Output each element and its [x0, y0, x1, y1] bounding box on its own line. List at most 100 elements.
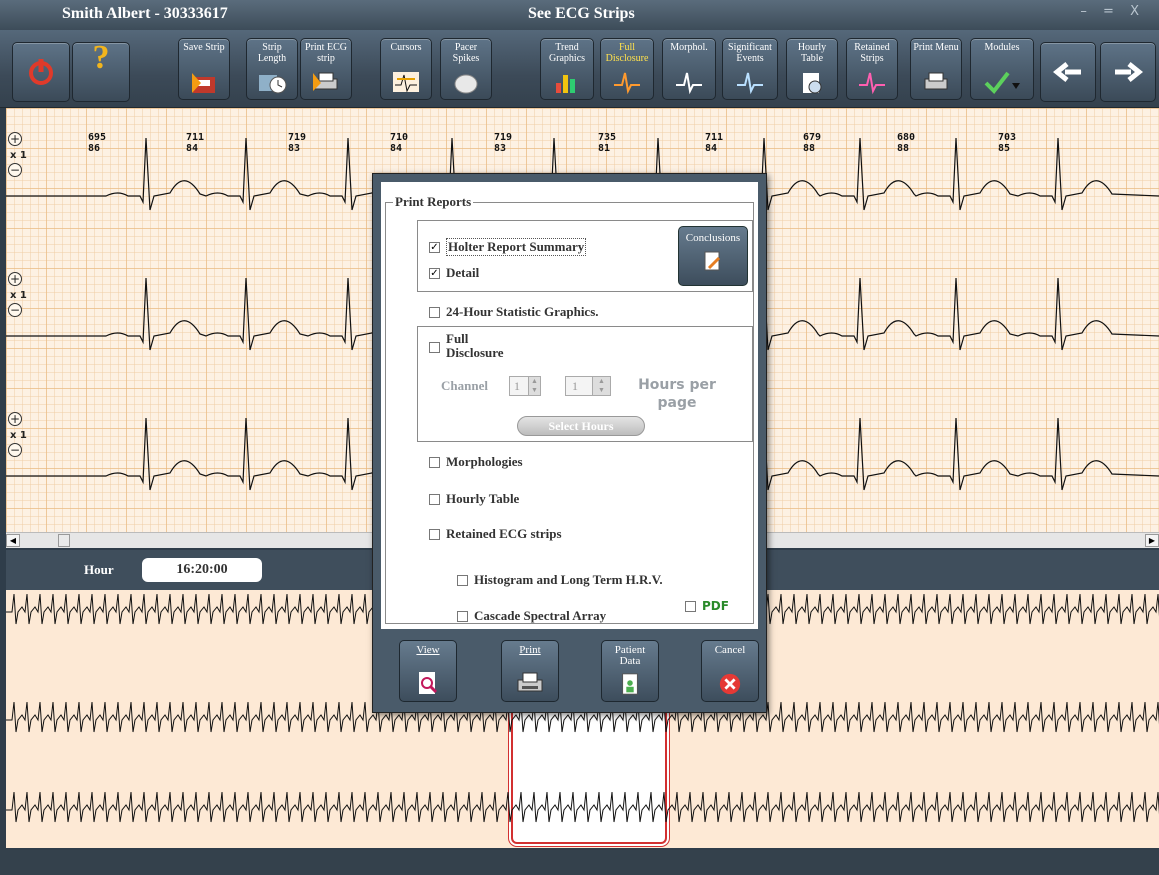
- forward-button[interactable]: [1100, 42, 1156, 102]
- full-disclosure-button[interactable]: Full Disclosure: [600, 38, 654, 100]
- bar-chart-icon: [556, 75, 575, 93]
- beat-label: 719 83: [494, 132, 513, 154]
- save-strip-button[interactable]: Save Strip: [178, 38, 230, 100]
- channel-1-controls: + x 1 −: [8, 132, 27, 177]
- print-button[interactable]: Print: [501, 640, 559, 702]
- print-reports-panel: Print Reports ✓ Holter Report Summary ✓ …: [381, 182, 758, 629]
- toolbar: ? Save Strip Strip Length Print ECG stri…: [0, 30, 1159, 108]
- title-bar: Smith Albert - 30333617 See ECG Strips –…: [0, 0, 1159, 30]
- morphology-wave-icon: [676, 72, 702, 95]
- stat-graphics-option[interactable]: 24-Hour Statistic Graphics.: [429, 304, 599, 320]
- patient-data-button[interactable]: Patient Data: [601, 640, 659, 702]
- printer-icon: [313, 72, 338, 91]
- hourly-table-checkbox[interactable]: [429, 493, 440, 505]
- window-controls[interactable]: – = X: [1080, 4, 1145, 19]
- save-icon: [192, 73, 215, 93]
- retained-strips-button[interactable]: Retained Strips: [846, 38, 898, 100]
- print-reports-dialog: Print Reports ✓ Holter Report Summary ✓ …: [372, 173, 767, 713]
- beat-label: 711 84: [186, 132, 205, 154]
- gain-label: x 1: [10, 430, 27, 441]
- disclosure-trace: [6, 791, 1159, 823]
- ecg-wave-icon: [614, 72, 640, 95]
- power-icon: [29, 59, 53, 85]
- beat-label: 679 88: [803, 132, 822, 154]
- pacer-spikes-button[interactable]: Pacer Spikes: [440, 38, 492, 100]
- printer-icon: [924, 72, 948, 90]
- hours-per-page-label: Hours per page: [638, 377, 716, 411]
- conclusions-button[interactable]: Conclusions: [678, 226, 748, 286]
- close-icon: [719, 673, 741, 695]
- stat-graphics-checkbox[interactable]: [429, 306, 440, 318]
- view-button[interactable]: View: [399, 640, 457, 702]
- beat-label: 680 88: [897, 132, 916, 154]
- pacemaker-icon: [454, 74, 478, 94]
- zoom-in-icon[interactable]: +: [8, 272, 22, 286]
- cancel-button[interactable]: Cancel: [701, 640, 759, 702]
- holter-summary-option[interactable]: ✓ Holter Report Summary: [429, 238, 587, 256]
- beat-label: 719 83: [288, 132, 307, 154]
- status-bar: [0, 850, 1159, 875]
- clock-icon: [259, 75, 287, 94]
- full-disclosure-option[interactable]: Full Disclosure: [429, 332, 504, 360]
- question-icon: ?: [92, 39, 110, 76]
- morphologies-checkbox[interactable]: [429, 456, 440, 468]
- strip-length-button[interactable]: Strip Length: [246, 38, 298, 100]
- modules-button[interactable]: Modules: [970, 38, 1034, 100]
- help-button[interactable]: ?: [72, 39, 130, 102]
- zoom-in-icon[interactable]: +: [8, 132, 22, 146]
- cursors-icon: [393, 72, 419, 93]
- table-clock-icon: [803, 73, 822, 94]
- morphologies-option[interactable]: Morphologies: [429, 454, 523, 470]
- detail-option[interactable]: ✓ Detail: [429, 265, 479, 281]
- trend-graphics-button[interactable]: Trend Graphics: [540, 38, 594, 100]
- retained-wave-icon: [859, 72, 885, 95]
- channel-to-stepper[interactable]: 1 ▲ ▼: [565, 376, 611, 396]
- gain-label: x 1: [10, 150, 27, 161]
- zoom-out-icon[interactable]: −: [8, 163, 22, 177]
- channel-3-controls: + x 1 −: [8, 412, 27, 457]
- printer-icon: [517, 672, 543, 692]
- detail-checkbox[interactable]: ✓: [429, 267, 440, 279]
- select-hours-button[interactable]: Select Hours: [517, 416, 645, 436]
- beat-label: 703 85: [998, 132, 1017, 154]
- pdf-option[interactable]: PDF: [685, 599, 729, 613]
- cursors-button[interactable]: Cursors: [380, 38, 432, 100]
- hourly-table-option[interactable]: Hourly Table: [429, 491, 519, 507]
- events-wave-icon: [737, 72, 763, 95]
- morphologies-button[interactable]: Morphol.: [662, 38, 716, 100]
- gain-label: x 1: [10, 290, 27, 301]
- print-ecg-strip-button[interactable]: Print ECG strip: [300, 38, 352, 100]
- retained-strips-option[interactable]: Retained ECG strips: [429, 526, 562, 542]
- beat-label: 711 84: [705, 132, 724, 154]
- full-disclosure-checkbox[interactable]: [429, 342, 440, 353]
- stepper-arrows-icon[interactable]: ▲ ▼: [592, 377, 610, 395]
- pencil-note-icon: [704, 251, 721, 271]
- hour-label: Hour: [84, 562, 114, 577]
- cascade-option[interactable]: Cascade Spectral Array: [457, 608, 606, 624]
- scroll-right-arrow-icon[interactable]: ▶: [1145, 534, 1159, 547]
- pdf-checkbox[interactable]: [685, 600, 696, 612]
- channel-from-stepper[interactable]: 1 ▲ ▼: [509, 376, 541, 396]
- hourly-table-button[interactable]: Hourly Table: [786, 38, 838, 100]
- holter-summary-checkbox[interactable]: ✓: [429, 241, 440, 253]
- zoom-out-icon[interactable]: −: [8, 303, 22, 317]
- scroll-left-arrow-icon[interactable]: ◀: [6, 534, 20, 547]
- beat-label: 710 84: [390, 132, 409, 154]
- histogram-option[interactable]: Histogram and Long Term H.R.V.: [457, 572, 663, 588]
- stepper-arrows-icon[interactable]: ▲ ▼: [528, 377, 540, 395]
- zoom-in-icon[interactable]: +: [8, 412, 22, 426]
- patient-file-icon: [622, 673, 638, 695]
- cascade-checkbox[interactable]: [457, 610, 468, 622]
- scroll-thumb[interactable]: [58, 534, 70, 547]
- modules-check-icon: [984, 71, 1020, 95]
- retained-strips-checkbox[interactable]: [429, 528, 440, 540]
- beat-label: 695 86: [88, 132, 107, 154]
- power-button[interactable]: [12, 42, 70, 102]
- zoom-out-icon[interactable]: −: [8, 443, 22, 457]
- print-menu-button[interactable]: Print Menu: [910, 38, 962, 100]
- hour-field[interactable]: 16:20:00: [142, 558, 262, 582]
- histogram-checkbox[interactable]: [457, 574, 468, 586]
- significant-events-button[interactable]: Significant Events: [722, 38, 778, 100]
- beat-label: 735 81: [598, 132, 617, 154]
- back-button[interactable]: [1040, 42, 1096, 102]
